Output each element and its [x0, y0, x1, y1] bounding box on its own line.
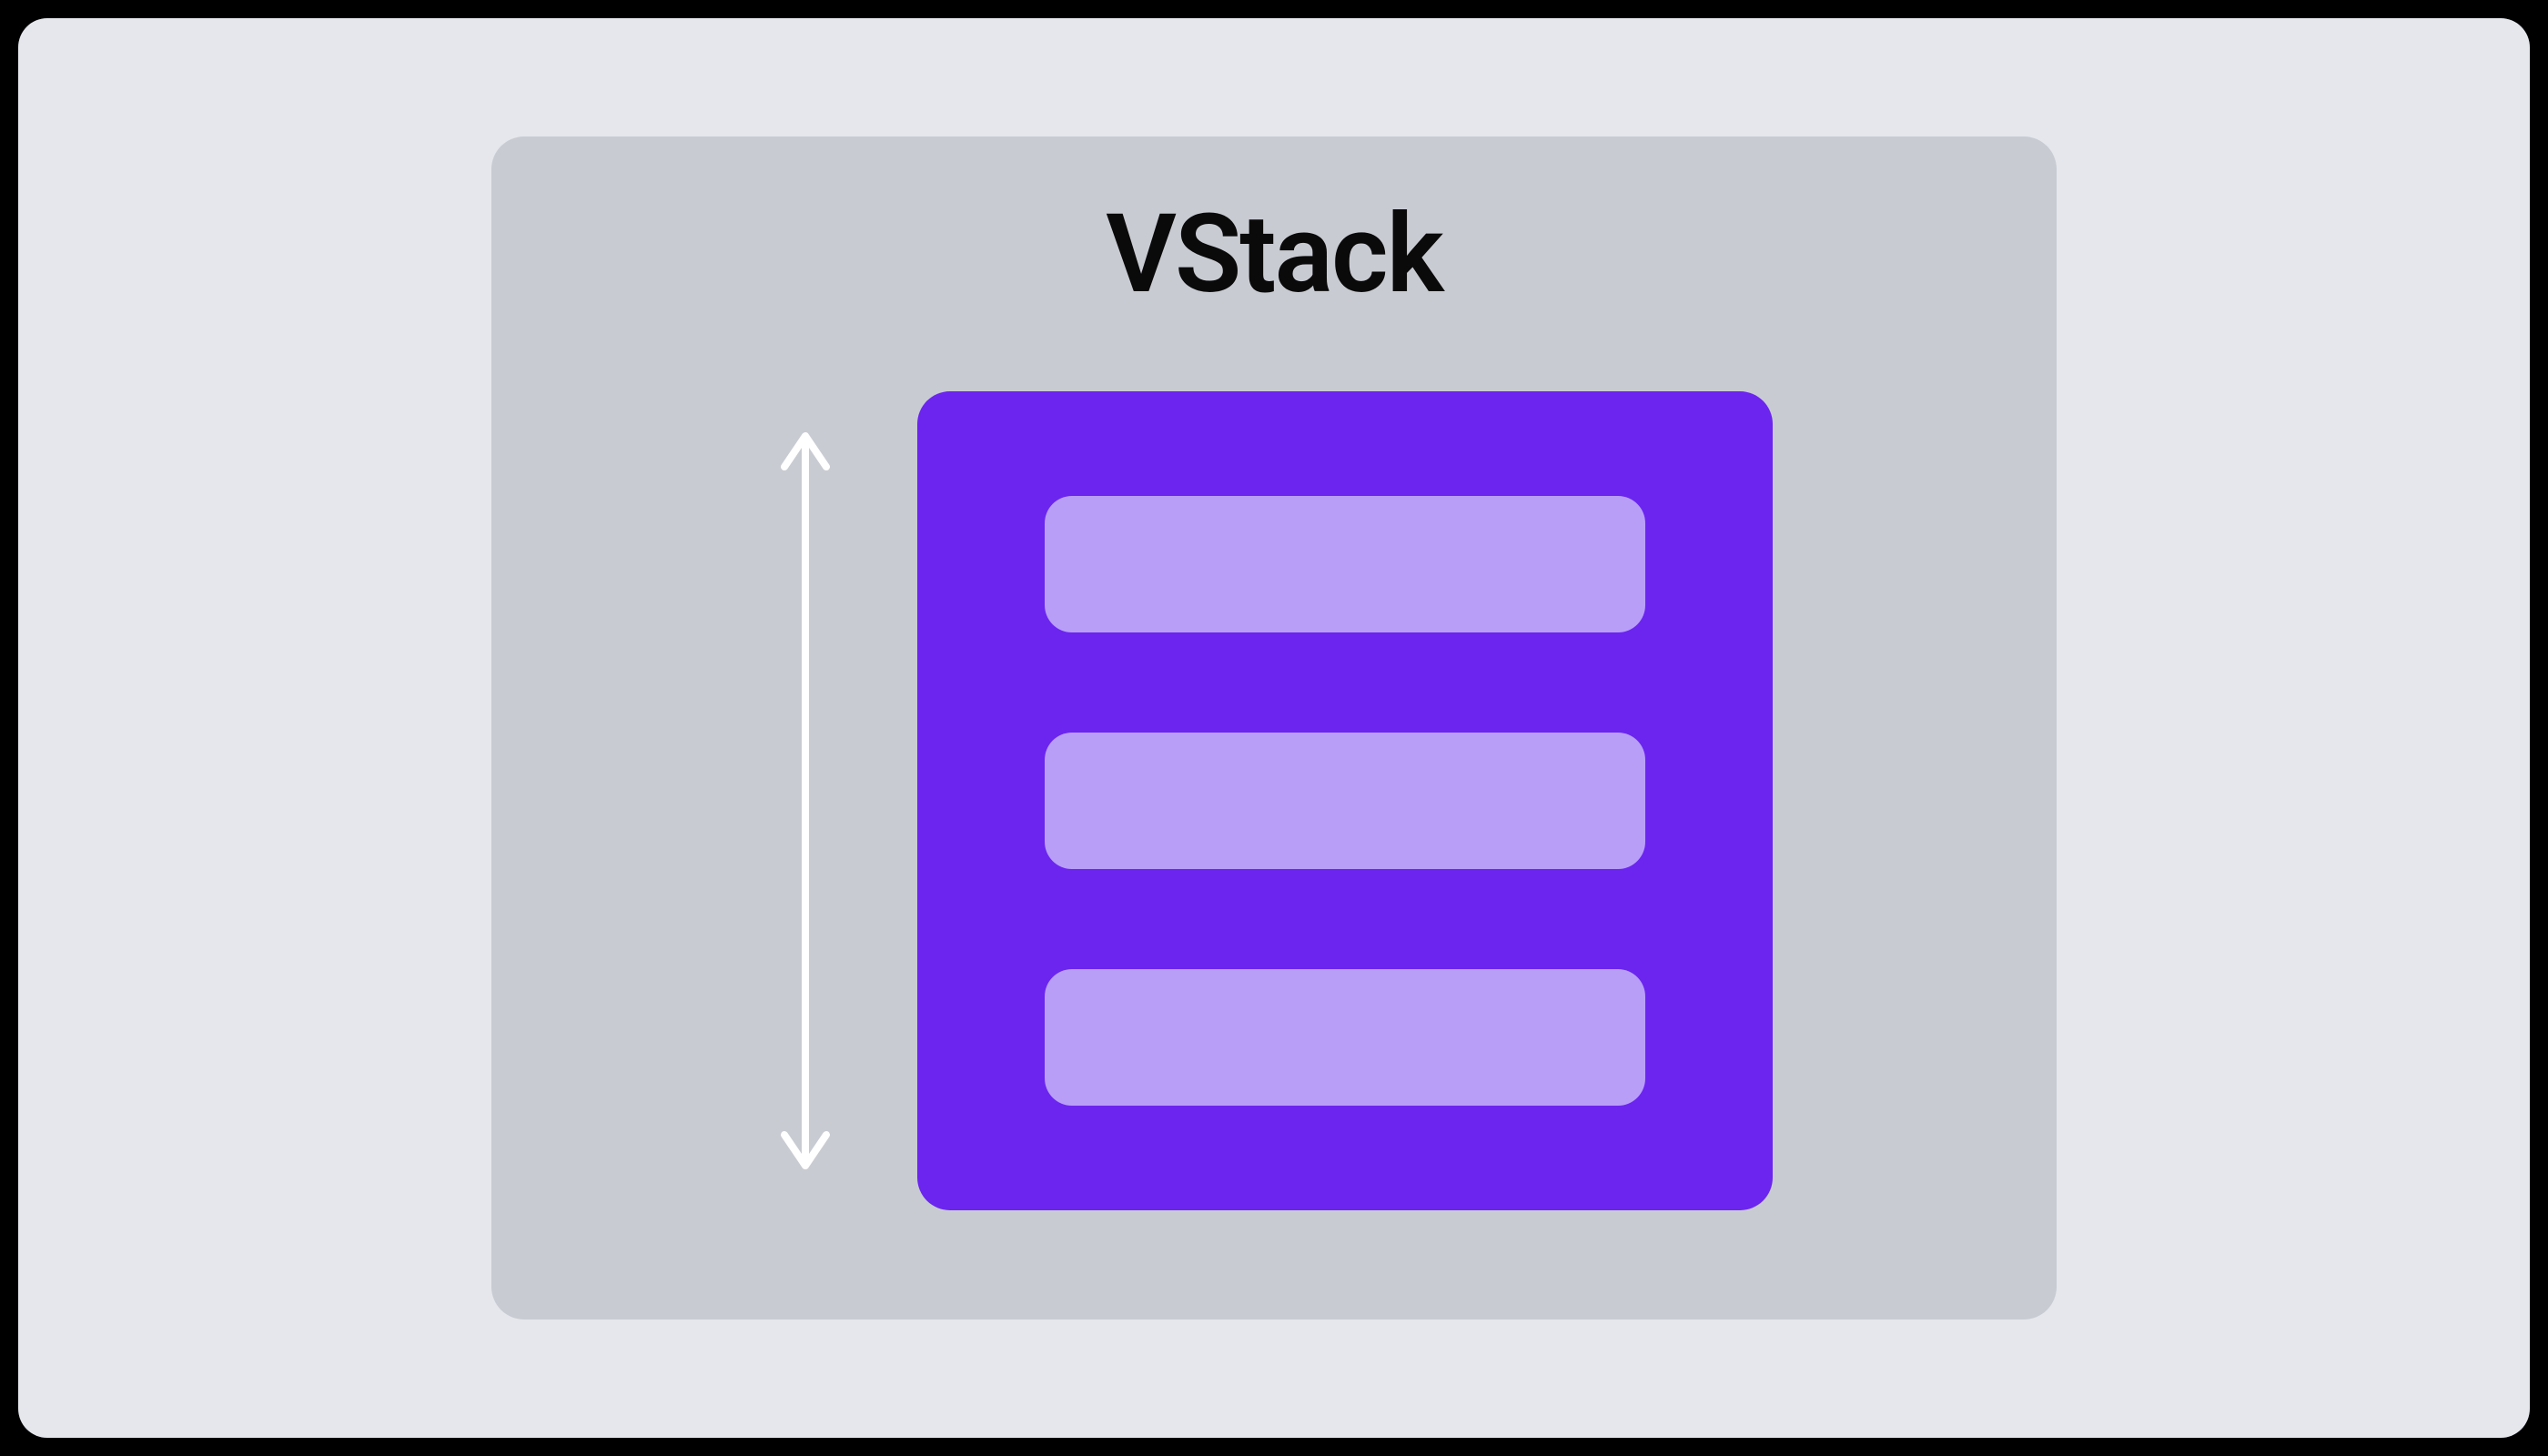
- stack-item: [1045, 496, 1645, 632]
- stack-item: [1045, 733, 1645, 869]
- stack-item: [1045, 969, 1645, 1106]
- diagram-title: VStack: [1106, 191, 1442, 318]
- content-row: [775, 391, 1773, 1210]
- outer-frame: VStack: [18, 18, 2530, 1438]
- vertical-arrow-icon: [775, 423, 835, 1178]
- diagram-card: VStack: [491, 136, 2057, 1320]
- vstack-container: [917, 391, 1773, 1210]
